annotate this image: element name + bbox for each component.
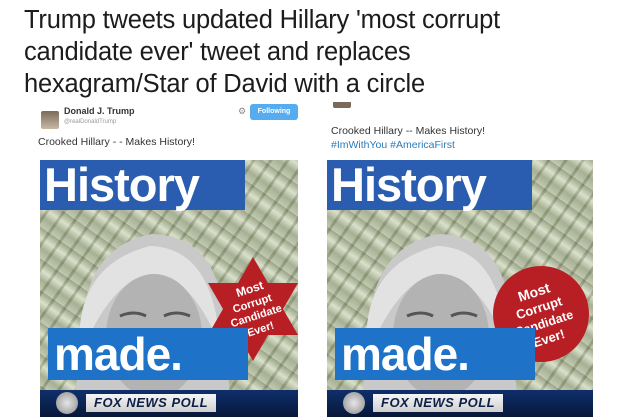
history-title: History bbox=[44, 160, 200, 211]
magazine-cover-image: History Most Corrupt Candidate Ever! mad… bbox=[40, 160, 298, 417]
author-handle[interactable]: @realDonaldTrump bbox=[64, 119, 116, 125]
made-title: made. bbox=[54, 328, 183, 380]
left-tweet-screenshot: Donald J. Trump @realDonaldTrump ⚙ Follo… bbox=[34, 102, 304, 417]
tweet-text: Crooked Hillary - - Makes History! bbox=[38, 136, 195, 148]
follow-button[interactable]: Following bbox=[250, 104, 298, 120]
tweet-text: Crooked Hillary -- Makes History! bbox=[331, 125, 486, 137]
headline: Trump tweets updated Hillary 'most corru… bbox=[24, 4, 624, 100]
author-name[interactable]: Donald J. Trump bbox=[64, 106, 135, 116]
headline-line-2: candidate ever' tweet and replaces bbox=[24, 38, 411, 66]
author-avatar[interactable] bbox=[333, 102, 351, 108]
headline-line-3: hexagram/Star of David with a circle bbox=[24, 70, 425, 98]
magazine-cover-image: History Most Corrupt Candidate Ever! mad… bbox=[327, 160, 593, 417]
fox-news-poll-label: FOX NEWS POLL bbox=[86, 394, 217, 412]
fox-news-poll-label: FOX NEWS POLL bbox=[373, 394, 504, 412]
fox-news-poll-bar: FOX NEWS POLL bbox=[327, 390, 593, 417]
author-avatar[interactable] bbox=[41, 111, 59, 129]
globe-icon bbox=[56, 392, 78, 414]
headline-line-1: Trump tweets updated Hillary 'most corru… bbox=[24, 6, 500, 34]
right-tweet-screenshot: Crooked Hillary -- Makes History! #ImWit… bbox=[325, 102, 595, 417]
globe-icon bbox=[343, 392, 365, 414]
fox-news-poll-bar: FOX NEWS POLL bbox=[40, 390, 298, 417]
history-title: History bbox=[331, 160, 487, 211]
made-title: made. bbox=[341, 328, 470, 380]
tweet-hashtags[interactable]: #ImWithYou #AmericaFirst bbox=[331, 139, 455, 151]
gear-icon[interactable]: ⚙ bbox=[238, 106, 246, 117]
